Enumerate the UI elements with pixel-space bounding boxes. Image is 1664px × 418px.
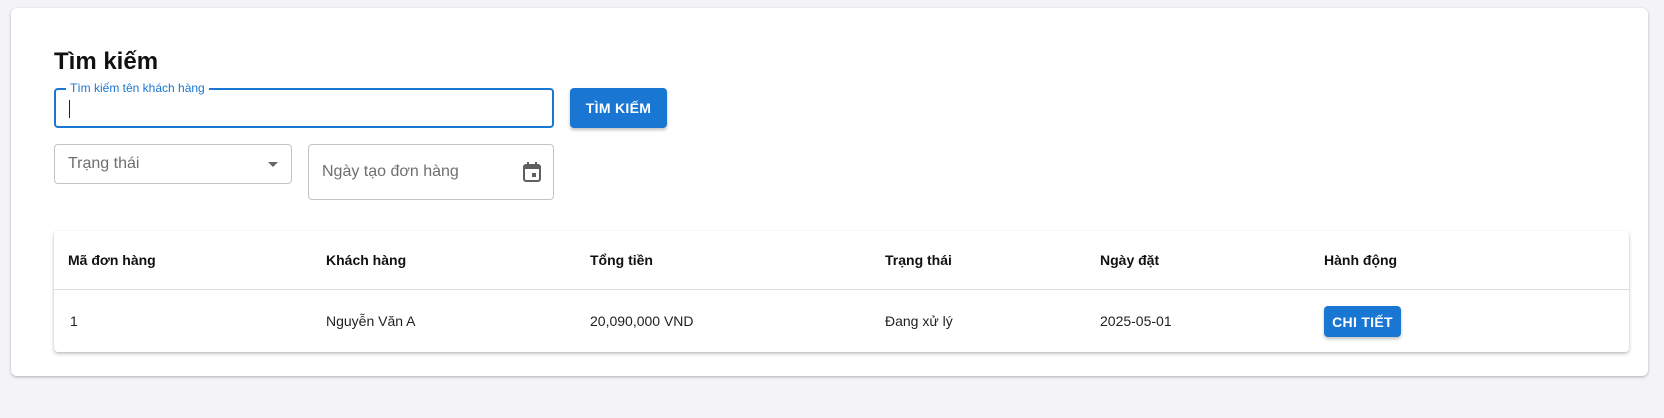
column-header-order-id: Mã đơn hàng bbox=[68, 252, 156, 268]
customer-search-input[interactable] bbox=[68, 94, 538, 122]
total-cell: 20,090,000 VND bbox=[590, 313, 694, 329]
table-header-row: Mã đơn hàng Khách hàng Tổng tiền Trạng t… bbox=[54, 231, 1629, 290]
order-date-placeholder: Ngày tạo đơn hàng bbox=[322, 163, 459, 180]
chevron-down-icon bbox=[268, 162, 278, 167]
status-cell: Đang xử lý bbox=[885, 313, 953, 329]
column-header-actions: Hành động bbox=[1324, 252, 1398, 268]
order-id-cell: 1 bbox=[70, 313, 78, 329]
customer-search-label: Tìm kiếm tên khách hàng bbox=[66, 81, 209, 95]
column-header-customer: Khách hàng bbox=[326, 252, 407, 268]
search-button[interactable]: TÌM KIẾM bbox=[570, 88, 667, 128]
text-cursor bbox=[69, 100, 70, 118]
calendar-icon[interactable] bbox=[522, 161, 542, 183]
column-header-date: Ngày đặt bbox=[1100, 252, 1160, 268]
detail-button[interactable]: CHI TIẾT bbox=[1324, 306, 1401, 337]
orders-table: Mã đơn hàng Khách hàng Tổng tiền Trạng t… bbox=[54, 231, 1629, 352]
customer-cell: Nguyễn Văn A bbox=[326, 313, 416, 329]
search-card: Tìm kiếm Tìm kiếm tên khách hàng TÌM KIẾ… bbox=[11, 8, 1648, 376]
column-header-total: Tổng tiền bbox=[590, 252, 653, 268]
page-title: Tìm kiếm bbox=[54, 48, 159, 75]
column-header-status: Trạng thái bbox=[885, 252, 952, 268]
customer-search-field[interactable]: Tìm kiếm tên khách hàng bbox=[54, 81, 554, 128]
status-select[interactable]: Trạng thái bbox=[54, 144, 292, 184]
status-placeholder: Trạng thái bbox=[68, 155, 140, 172]
order-date-field[interactable]: Ngày tạo đơn hàng bbox=[308, 144, 554, 200]
table-row: 1 Nguyễn Văn A 20,090,000 VND Đang xử lý… bbox=[54, 290, 1629, 352]
date-cell: 2025-05-01 bbox=[1100, 313, 1172, 329]
